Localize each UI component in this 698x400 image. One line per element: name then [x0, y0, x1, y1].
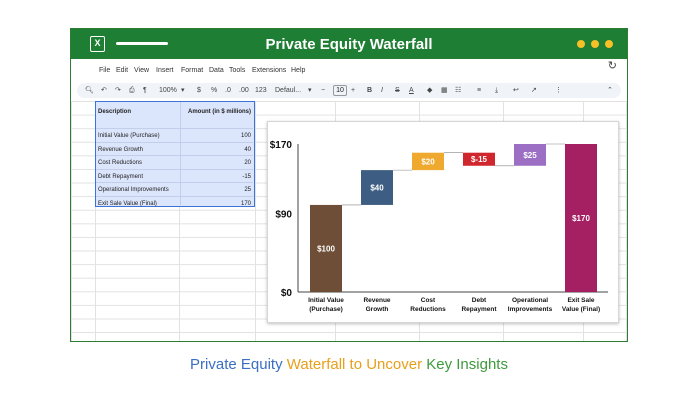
data-label: $100 [317, 244, 335, 253]
align-horizontal-icon[interactable]: ≡ [477, 85, 481, 96]
text-rotation-icon[interactable]: ↗ [531, 85, 537, 96]
row-amount: 100 [240, 133, 251, 139]
chevron-down-icon[interactable]: ▾ [308, 85, 312, 96]
x-tick-label: Value (Final) [562, 306, 600, 313]
row-description: Operational Improvements [98, 187, 169, 194]
history-icon[interactable]: ↻ [608, 59, 617, 72]
decrease-decimal-button[interactable]: .0 [225, 85, 231, 96]
y-tick-label: $0 [281, 288, 293, 299]
table-row[interactable]: Operational Improvements 25 [96, 183, 253, 197]
x-tick-label: Cost [421, 297, 436, 304]
bold-button[interactable]: B [367, 85, 372, 96]
fill-color-icon[interactable]: ◆ [427, 85, 432, 96]
window-dot-icon[interactable] [577, 40, 585, 48]
undo-icon[interactable]: ↶ [101, 85, 107, 96]
waterfall-chart[interactable]: $0 $90 $170 $100 Initial Value (Purchase) $40 R… [267, 121, 619, 323]
row-description: Initial Value (Purchase) [98, 133, 160, 139]
increase-decimal-button[interactable]: .00 [239, 85, 249, 96]
table-row[interactable]: Exit Sale Value (Final) 170 [96, 197, 253, 211]
row-description: Exit Sale Value (Final) [98, 201, 157, 207]
menu-insert[interactable]: Insert [156, 67, 174, 74]
x-tick-label: Repayment [461, 306, 497, 313]
row-description: Revenue Growth [98, 146, 144, 153]
search-icon[interactable]: 🔍︎ [85, 85, 94, 96]
paint-format-icon[interactable]: ¶ [143, 85, 147, 96]
menu-extensions[interactable]: Extensions [252, 67, 286, 74]
x-tick-label: (Purchase) [309, 306, 343, 313]
table-row[interactable]: Revenue Growth 40 [96, 143, 253, 157]
window-dot-icon[interactable] [591, 40, 599, 48]
percent-button[interactable]: % [211, 85, 217, 96]
menu-tools[interactable]: Tools [229, 67, 245, 74]
y-tick-label: $170 [270, 140, 293, 151]
caption-part-2: Waterfall to Uncover [286, 356, 423, 373]
x-tick-label: Operational [512, 297, 548, 304]
data-label: $20 [421, 157, 435, 166]
row-amount: 25 [244, 187, 251, 194]
row-amount: 20 [244, 160, 251, 167]
caption: Private Equity Waterfall to Uncover Key … [0, 356, 698, 373]
borders-icon[interactable]: ▦ [441, 85, 448, 96]
menu-format[interactable]: Format [181, 67, 203, 74]
menu-help[interactable]: Help [291, 67, 305, 74]
zoom-select[interactable]: 100% [159, 85, 177, 96]
text-color-button[interactable]: A [409, 85, 414, 96]
table-row[interactable]: Cost Reductions 20 [96, 156, 253, 170]
menu-data[interactable]: Data [209, 67, 224, 74]
menu-view[interactable]: View [134, 67, 149, 74]
app-window: X Private Equity Waterfall File Edit Vie… [70, 28, 628, 342]
x-tick-label: Initial Value [308, 297, 344, 304]
text-wrap-icon[interactable]: ↩ [513, 85, 519, 96]
font-select[interactable]: Defaul... [275, 85, 301, 96]
x-tick-label: Exit Sale [567, 297, 594, 304]
x-tick-label: Improvements [508, 306, 553, 313]
header-amount: Amount (in $ millions) [188, 109, 251, 115]
app-title: Private Equity Waterfall [265, 36, 433, 53]
collapse-toolbar-icon[interactable]: ⌃ [607, 85, 613, 96]
caption-part-1: Private Equity [190, 356, 283, 373]
data-label: $40 [370, 184, 384, 193]
data-label: $170 [572, 214, 590, 223]
data-label: $-15 [471, 155, 488, 164]
table-row[interactable]: Initial Value (Purchase) 100 [96, 129, 253, 143]
row-amount: 170 [240, 201, 251, 207]
font-size-decrease-button[interactable]: − [321, 85, 325, 96]
row-description: Cost Reductions [98, 160, 143, 167]
row-amount: -15 [242, 173, 251, 180]
merge-cells-icon[interactable]: ☷ [455, 85, 461, 96]
row-amount: 40 [244, 146, 251, 153]
menu-bar: File Edit View Insert Format Data Tools … [71, 67, 627, 81]
font-size-increase-button[interactable]: + [351, 85, 355, 96]
print-icon[interactable]: ⎙ [129, 85, 135, 96]
table-header-row: Description Amount (in $ millions) [96, 102, 253, 129]
chart-canvas: $0 $90 $170 $100 Initial Value (Purchase) $40 R… [270, 140, 608, 313]
strikethrough-icon[interactable]: S [395, 85, 400, 96]
align-vertical-icon[interactable]: ⤓ [495, 85, 498, 96]
font-size-input[interactable]: 10 [333, 85, 347, 96]
x-tick-label: Debt [472, 297, 487, 304]
toolbar: 🔍︎ ↶ ↷ ⎙ ¶ 100% ▾ $ % .0 .00 123 Defaul.… [77, 83, 621, 98]
window-dot-icon[interactable] [605, 40, 613, 48]
number-format-button[interactable]: 123 [255, 85, 267, 96]
redo-icon[interactable]: ↷ [115, 85, 121, 96]
chevron-down-icon[interactable]: ▾ [181, 85, 185, 96]
x-tick-label: Reductions [410, 306, 446, 313]
header-description: Description [98, 109, 132, 115]
data-label: $25 [523, 151, 537, 160]
x-tick-label: Growth [366, 306, 389, 313]
menu-file[interactable]: File [99, 67, 110, 74]
y-tick-label: $90 [275, 210, 292, 221]
grid-column-line [255, 101, 256, 341]
x-tick-label: Revenue [363, 297, 390, 304]
window-controls [577, 40, 613, 48]
caption-part-3: Key Insights [426, 356, 508, 373]
title-bar: X Private Equity Waterfall [71, 29, 627, 59]
data-table[interactable]: Description Amount (in $ millions) Initi… [95, 101, 255, 207]
italic-button[interactable]: I [381, 85, 383, 96]
table-row[interactable]: Debt Repayment -15 [96, 170, 253, 184]
row-description: Debt Repayment [98, 173, 144, 180]
menu-edit[interactable]: Edit [116, 67, 128, 74]
currency-button[interactable]: $ [197, 85, 201, 96]
more-options-icon[interactable]: ⋮ [555, 85, 562, 96]
